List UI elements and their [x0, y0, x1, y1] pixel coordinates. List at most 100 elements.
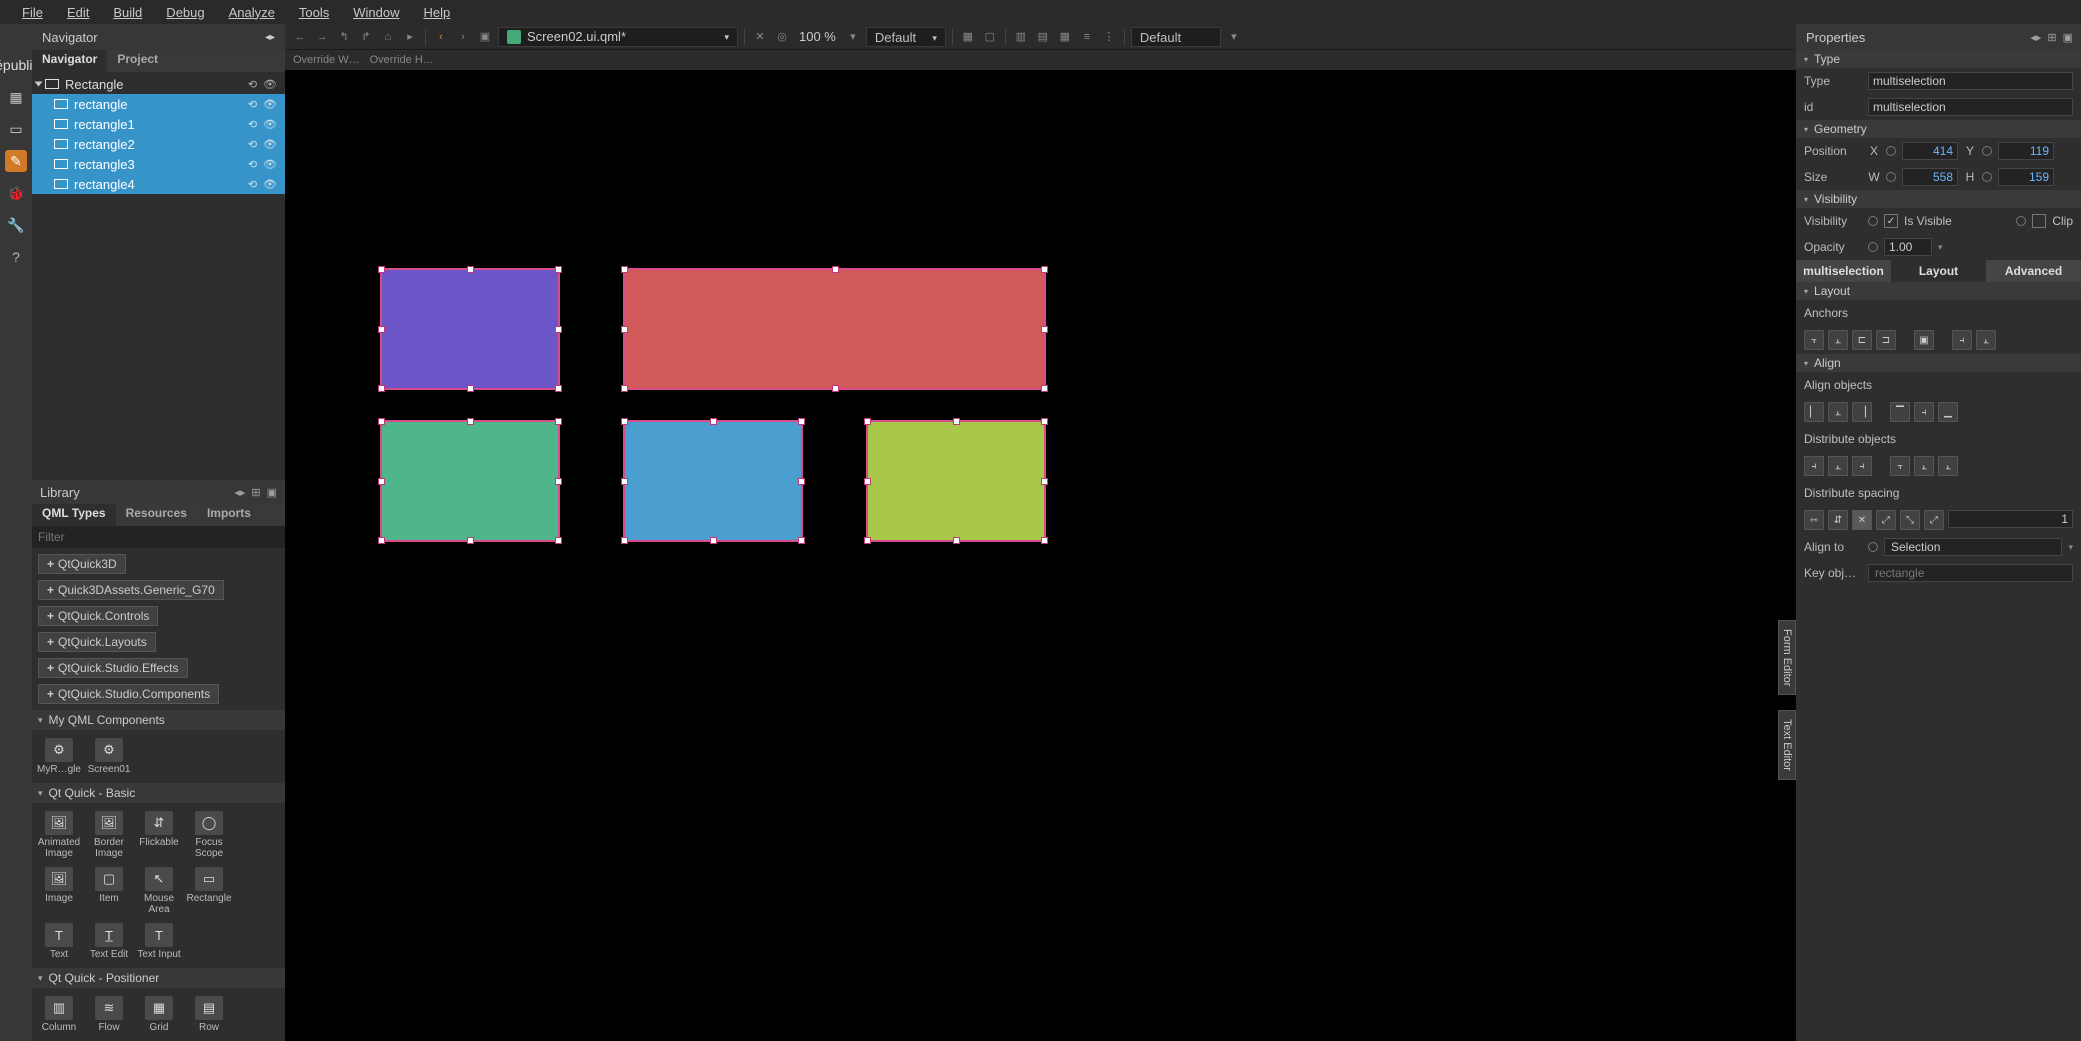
menu-help[interactable]: Help	[413, 3, 460, 22]
spacing-v[interactable]: ⇵	[1828, 510, 1848, 530]
comp-item[interactable]: ▢Item	[84, 863, 134, 919]
snap-icon[interactable]: ▦	[959, 28, 977, 46]
canvas-shape-rectangle1[interactable]	[623, 268, 1046, 390]
nav-down-icon[interactable]: ↱	[357, 28, 375, 46]
resize-handle-bl[interactable]	[621, 385, 628, 392]
y-input[interactable]	[1998, 142, 2054, 160]
tree-item-rectangle[interactable]: rectangle⟲👁	[32, 94, 285, 114]
distribute-top[interactable]: ⫟	[1890, 456, 1910, 476]
resize-handle-tr[interactable]	[798, 418, 805, 425]
tree-item-rectangle4[interactable]: rectangle4⟲👁	[32, 174, 285, 194]
key-object-dropdown[interactable]	[1868, 564, 2073, 582]
resize-handle-tl[interactable]	[378, 266, 385, 273]
menu-file[interactable]: File	[12, 3, 53, 22]
expand-icon[interactable]	[35, 82, 43, 87]
tab-navigator[interactable]: Navigator	[32, 50, 107, 72]
distribute-hcenter[interactable]: ⫠	[1828, 456, 1848, 476]
comp-flow[interactable]: ≋Flow	[84, 992, 134, 1037]
anchor-vcenter[interactable]: ⫞	[1952, 330, 1972, 350]
tree-root[interactable]: Rectangle ⟲👁	[32, 74, 285, 94]
resize-handle-ml[interactable]	[621, 326, 628, 333]
resize-handle-tl[interactable]	[621, 266, 628, 273]
resize-handle-mr[interactable]	[555, 478, 562, 485]
chip-qtquick3d[interactable]: +QtQuick3D	[38, 554, 126, 574]
comp-myrectangle[interactable]: ⚙MyR…gle	[34, 734, 84, 779]
layout-icon-5[interactable]: ⋮	[1100, 28, 1118, 46]
spacing-none[interactable]: ✕	[1852, 510, 1872, 530]
resize-handle-ml[interactable]	[864, 478, 871, 485]
nav-back-history-icon[interactable]: ←	[291, 28, 309, 46]
comp-text[interactable]: TText	[34, 919, 84, 964]
export-icon[interactable]: ⟲	[248, 118, 257, 131]
chip-qtquick-layouts[interactable]: +QtQuick.Layouts	[38, 632, 156, 652]
section-align[interactable]: Align	[1796, 354, 2081, 372]
comp-column[interactable]: ▥Column	[34, 992, 84, 1037]
canvas-shape-rectangle4[interactable]	[866, 420, 1046, 542]
resize-handle-ml[interactable]	[378, 478, 385, 485]
canvas-shape-rectangle3[interactable]	[623, 420, 803, 542]
tab-resources[interactable]: Resources	[116, 504, 197, 526]
style-dropdown-1[interactable]: Default▾	[866, 27, 946, 47]
anchor-bottom[interactable]: ⫠	[1828, 330, 1848, 350]
opacity-link-icon[interactable]	[1868, 242, 1878, 252]
menu-debug[interactable]: Debug	[156, 3, 214, 22]
style-dropdown-2[interactable]: Default	[1131, 27, 1221, 47]
section-visibility[interactable]: Visibility	[1796, 190, 2081, 208]
export-icon[interactable]: ⟲	[248, 138, 257, 151]
chip-quick3dassets[interactable]: +Quick3DAssets.Generic_G70	[38, 580, 224, 600]
comp-grid[interactable]: ▦Grid	[134, 992, 184, 1037]
distribute-left[interactable]: ⫞	[1804, 456, 1824, 476]
section-geometry[interactable]: Geometry	[1796, 120, 2081, 138]
distribute-bottom[interactable]: ⫠	[1938, 456, 1958, 476]
export-icon[interactable]: ⟲	[248, 158, 257, 171]
visibility-icon[interactable]: 👁	[263, 118, 277, 131]
is-visible-checkbox[interactable]: ✓	[1884, 214, 1898, 228]
comp-animated-image[interactable]: 🖼Animated Image	[34, 807, 84, 863]
anchor-left[interactable]: ⊏	[1852, 330, 1872, 350]
bounding-icon[interactable]: ▢	[981, 28, 999, 46]
x-input[interactable]	[1902, 142, 1958, 160]
visibility-icon[interactable]: 👁	[263, 138, 277, 151]
comp-text-edit[interactable]: T̲Text Edit	[84, 919, 134, 964]
comp-row[interactable]: ▤Row	[184, 992, 234, 1037]
menu-analyze[interactable]: Analyze	[219, 3, 285, 22]
section-layout[interactable]: Layout	[1796, 282, 2081, 300]
chip-studio-components[interactable]: +QtQuick.Studio.Components	[38, 684, 219, 704]
tab-qml-types[interactable]: QML Types	[32, 504, 116, 526]
layout-icon-3[interactable]: ▦	[1056, 28, 1074, 46]
opacity-dropdown-icon[interactable]: ▾	[1938, 242, 1943, 253]
align-hcenter[interactable]: ⫠	[1828, 402, 1848, 422]
mode-debug-icon[interactable]: 🐞	[5, 182, 27, 204]
resize-handle-bm[interactable]	[832, 385, 839, 392]
resize-handle-ml[interactable]	[621, 478, 628, 485]
export-icon[interactable]: ⟲	[248, 98, 257, 111]
spacing-value-input[interactable]	[1948, 510, 2073, 528]
chip-studio-effects[interactable]: +QtQuick.Studio.Effects	[38, 658, 188, 678]
resize-handle-br[interactable]	[555, 537, 562, 544]
nav-end-icon[interactable]: ▸	[401, 28, 419, 46]
comp-border-image[interactable]: 🖼Border Image	[84, 807, 134, 863]
style-dropdown-2-arrow[interactable]: ▾	[1225, 28, 1243, 46]
panel-menu-icon[interactable]: ◂▸	[2030, 31, 2041, 44]
subtab-advanced[interactable]: Advanced	[1986, 260, 2081, 282]
mode-design-icon[interactable]: ✎	[5, 150, 27, 172]
resize-handle-tl[interactable]	[378, 418, 385, 425]
type-value[interactable]	[1868, 72, 2073, 90]
library-filter-input[interactable]: Filter	[32, 526, 285, 548]
resize-handle-mr[interactable]	[1041, 478, 1048, 485]
comp-image[interactable]: 🖼Image	[34, 863, 84, 919]
visibility-link-icon[interactable]	[1868, 216, 1878, 226]
spacing-h[interactable]: ⇿	[1804, 510, 1824, 530]
export-icon[interactable]: ⟲	[248, 78, 257, 91]
override-h-field[interactable]: Override H…	[370, 54, 434, 66]
clip-link-icon[interactable]	[2016, 216, 2026, 226]
resize-handle-ml[interactable]	[378, 326, 385, 333]
menu-build[interactable]: Build	[103, 3, 152, 22]
menu-tools[interactable]: Tools	[289, 3, 339, 22]
align-top[interactable]: ▔	[1890, 402, 1910, 422]
align-right[interactable]: ▕	[1852, 402, 1872, 422]
comp-text-input[interactable]: TText Input	[134, 919, 184, 964]
tree-item-rectangle1[interactable]: rectangle1⟲👁	[32, 114, 285, 134]
resize-handle-br[interactable]	[1041, 537, 1048, 544]
override-w-field[interactable]: Override W…	[293, 54, 360, 66]
